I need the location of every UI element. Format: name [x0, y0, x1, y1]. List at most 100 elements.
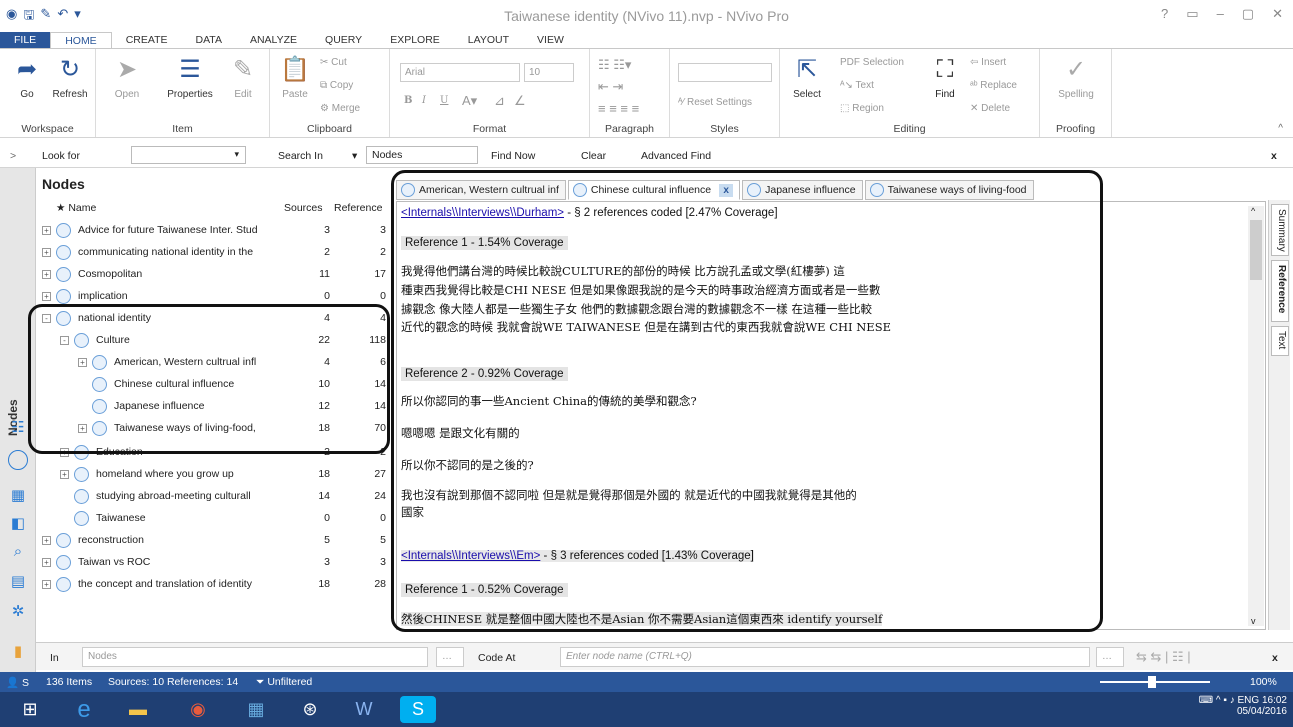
expand-toggle-icon[interactable]: + [42, 580, 51, 589]
vertical-scrollbar[interactable]: ^ v [1248, 206, 1264, 626]
minimize-button[interactable]: – [1217, 6, 1224, 22]
nodes-nav-icon[interactable] [8, 450, 28, 470]
replace-button[interactable]: ᵃᵇ Replace [970, 80, 1017, 91]
internet-explorer-icon[interactable]: e [66, 696, 102, 723]
node-row[interactable]: studying abroad-meeting culturall 14 24 [36, 486, 388, 508]
expand-toggle-icon[interactable]: + [42, 226, 51, 235]
classifications-nav-icon[interactable]: ▦ [8, 486, 28, 506]
indent-icon[interactable]: ⇤ ⇥ [598, 79, 623, 95]
expand-toggle-icon[interactable]: + [42, 270, 51, 279]
volume-icon[interactable]: ♪ [1230, 695, 1238, 706]
node-row[interactable]: + the concept and translation of identity… [36, 574, 388, 596]
node-row[interactable]: + Cosmopolitan 11 17 [36, 264, 388, 286]
tab-query[interactable]: QUERY [311, 32, 376, 48]
node-row[interactable]: + Advice for future Taiwanese Inter. Stud… [36, 220, 388, 242]
select-button[interactable]: ⇱ Select [790, 55, 824, 100]
delete-button[interactable]: ✕ Delete [970, 103, 1010, 114]
merge-button[interactable]: ⚙ Merge [320, 103, 360, 114]
node-row[interactable]: + reconstruction 5 5 [36, 530, 388, 552]
list-icon[interactable]: ☷ ☷▾ [598, 57, 631, 73]
font-select[interactable]: Arial [400, 63, 520, 82]
scroll-thumb[interactable] [1250, 220, 1262, 280]
help-icon[interactable]: ? [1161, 6, 1168, 22]
folders-nav-icon[interactable]: ▮ [8, 642, 28, 662]
expand-toggle-icon[interactable]: + [42, 558, 51, 567]
refresh-button[interactable]: ↻ Refresh [50, 55, 90, 100]
clock-time[interactable]: 16:02 [1262, 695, 1287, 706]
tab-explore[interactable]: EXPLORE [376, 32, 454, 48]
paste-button[interactable]: 📋 Paste [278, 55, 312, 100]
node-row[interactable]: + homeland where you grow up 18 27 [36, 464, 388, 486]
text-button[interactable]: ᴬ↘ Text [840, 80, 874, 91]
collapse-ribbon-icon[interactable]: ^ [1278, 123, 1283, 134]
queries-nav-icon[interactable]: ⌕ [8, 542, 28, 562]
bold-button[interactable]: B [404, 95, 412, 106]
tab-file[interactable]: FILE [0, 32, 51, 48]
zoom-slider[interactable] [1100, 676, 1210, 688]
look-for-input[interactable]: ▾ [131, 146, 246, 164]
expand-toggle-icon[interactable]: + [42, 292, 51, 301]
open-button[interactable]: ➤ Open [110, 55, 144, 100]
style-select[interactable] [678, 63, 772, 82]
close-coding-bar-button[interactable]: x [1272, 652, 1278, 664]
zoom-thumb[interactable] [1148, 676, 1156, 688]
column-references[interactable]: Reference [334, 202, 382, 220]
clear-format-icon[interactable]: ∠ [514, 93, 526, 109]
tab-data[interactable]: DATA [182, 32, 236, 48]
reports-nav-icon[interactable]: ▤ [8, 572, 28, 592]
ribbon-display-icon[interactable]: ▭ [1186, 6, 1198, 22]
expand-toggle-icon[interactable]: + [60, 470, 69, 479]
close-button[interactable]: ✕ [1272, 6, 1283, 22]
in-select[interactable]: Nodes [82, 647, 428, 667]
clock-date[interactable]: 05/04/2016 [1199, 706, 1287, 717]
windows-start-icon[interactable]: ⊞ [12, 696, 48, 723]
tab-text[interactable]: Text [1271, 326, 1289, 356]
copy-button[interactable]: ⧉ Copy [320, 80, 353, 91]
go-button[interactable]: ➦ Go [12, 55, 42, 100]
column-sources[interactable]: Sources [284, 202, 323, 220]
highlight-icon[interactable]: ⊿ [494, 93, 505, 109]
advanced-find-button[interactable]: Advanced Find [641, 150, 711, 162]
language-indicator[interactable]: ENG [1238, 695, 1260, 706]
node-row[interactable]: + communicating national identity in the 2… [36, 242, 388, 264]
chrome-icon[interactable]: ◉ [180, 696, 216, 723]
properties-button[interactable]: ☰ Properties [162, 55, 218, 100]
italic-button[interactable]: I [422, 95, 426, 106]
file-explorer-icon[interactable]: ▬ [120, 696, 156, 723]
code-at-input[interactable]: Enter node name (CTRL+Q) [560, 647, 1090, 667]
pdf-selection-button[interactable]: PDF Selection [840, 57, 904, 68]
insert-button[interactable]: ⇦ Insert [970, 57, 1006, 68]
scroll-up-icon[interactable]: ^ [1251, 206, 1255, 216]
tab-home[interactable]: HOME [50, 32, 112, 48]
skype-icon[interactable]: S [400, 696, 436, 723]
edit-button[interactable]: ✎ Edit [226, 55, 260, 100]
nvivo-taskbar-icon[interactable]: ⊛ [292, 696, 328, 723]
maps-nav-icon[interactable]: ✲ [8, 602, 28, 622]
tab-view[interactable]: VIEW [523, 32, 578, 48]
font-color-icon[interactable]: A▾ [462, 93, 477, 109]
size-select[interactable]: 10 [524, 63, 574, 82]
node-row[interactable]: + Taiwan vs ROC 3 3 [36, 552, 388, 574]
browse-in-button[interactable]: … [436, 647, 464, 667]
expand-toggle-icon[interactable]: + [42, 248, 51, 257]
spelling-button[interactable]: ✓ Spelling [1052, 55, 1100, 100]
search-in-scope[interactable]: Nodes [366, 146, 478, 164]
code-icons[interactable]: ⇆ ⇆ | ☷ | [1136, 649, 1191, 665]
search-in-dropdown-icon[interactable]: ▾ [352, 150, 357, 162]
keyboard-icon[interactable]: ⌨ [1199, 695, 1216, 706]
browse-code-button[interactable]: … [1096, 647, 1124, 667]
app-icon[interactable]: ▦ [238, 696, 274, 723]
clear-button[interactable]: Clear [581, 150, 606, 162]
find-button[interactable]: ⛶ Find [930, 55, 960, 100]
collections-nav-icon[interactable]: ◧ [8, 514, 28, 534]
tab-layout[interactable]: LAYOUT [454, 32, 523, 48]
tab-create[interactable]: CREATE [112, 32, 182, 48]
maximize-button[interactable]: ▢ [1242, 6, 1254, 22]
column-name[interactable]: ★ Name [56, 202, 96, 220]
cut-button[interactable]: ✂ Cut [320, 57, 347, 68]
tab-summary[interactable]: Summary [1271, 204, 1289, 256]
sources-nav-icon[interactable]: ☷ [8, 418, 28, 438]
find-now-button[interactable]: Find Now [491, 150, 535, 162]
close-find-button[interactable]: x [1271, 150, 1277, 162]
expand-toggle-icon[interactable]: + [42, 536, 51, 545]
